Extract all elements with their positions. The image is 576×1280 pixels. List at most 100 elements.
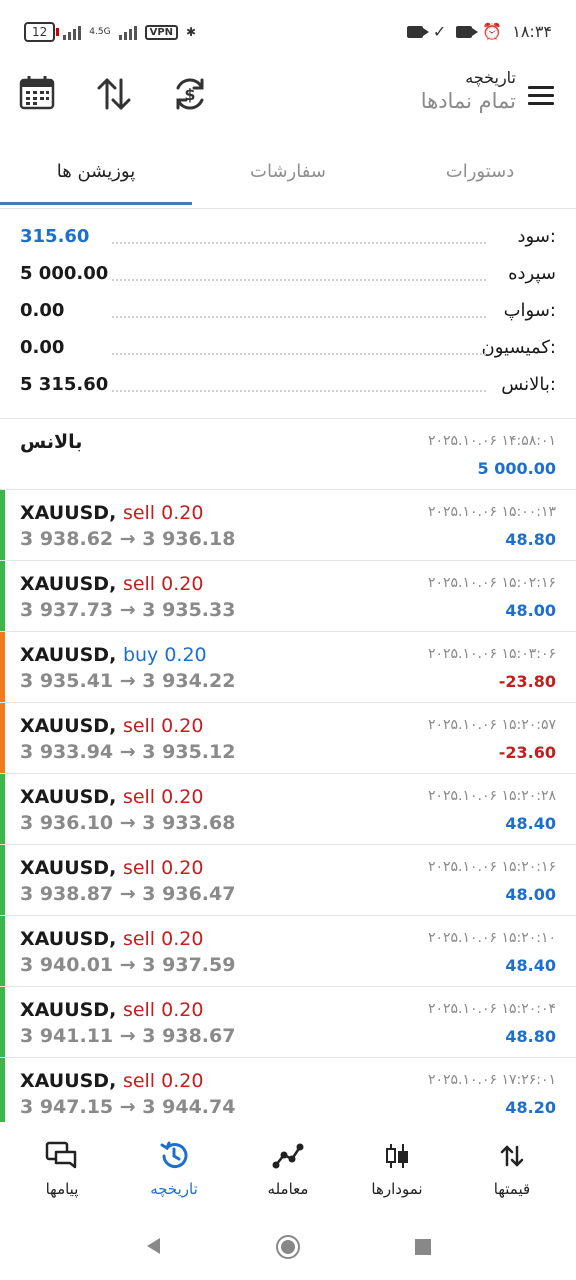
deal-profit: 48.00 — [505, 601, 556, 620]
deal-prices: 3 936.10 → 3 933.68 — [20, 812, 236, 834]
svg-text:$: $ — [184, 85, 195, 104]
summary-value: 5 315.60 — [20, 374, 109, 395]
signal-icon — [63, 24, 82, 40]
menu-icon[interactable] — [528, 86, 554, 106]
deal-prices: 3 941.11 → 3 938.67 — [20, 1025, 236, 1047]
dotted-leader — [112, 353, 486, 355]
back-icon[interactable] — [144, 1236, 164, 1260]
nav-label: نمودارها — [371, 1180, 423, 1198]
deal-side: buy 0.20 — [122, 644, 207, 666]
deal-bar — [0, 916, 5, 986]
deal-row[interactable]: XAUUSD, sell 0.20 3 938.62 → 3 936.18 ۲۰… — [0, 490, 576, 561]
summary-value: 0.00 — [20, 337, 65, 358]
summary-row-profit: سود: 315.60 — [0, 218, 576, 255]
dotted-leader — [112, 279, 486, 281]
deal-bar — [0, 987, 5, 1057]
tab-positions[interactable]: پوزیشن ها — [0, 136, 192, 208]
deal-profit: 48.40 — [505, 814, 556, 833]
deal-profit: 48.20 — [505, 1098, 556, 1117]
deal-side: sell 0.20 — [122, 786, 204, 808]
deal-row[interactable]: XAUUSD, sell 0.20 3 933.94 → 3 935.12 ۲۰… — [0, 703, 576, 774]
deal-time: ۲۰۲۵.۱۰.۰۶ ۱۵:۲۰:۱۰ — [427, 930, 556, 946]
deal-bar — [0, 703, 5, 773]
deal-side: sell 0.20 — [122, 928, 204, 950]
deal-profit: 48.80 — [505, 1027, 556, 1046]
deal-bar — [0, 632, 5, 702]
summary-value: 5 000.00 — [20, 263, 109, 284]
deal-row[interactable]: XAUUSD, sell 0.20 3 940.01 → 3 937.59 ۲۰… — [0, 916, 576, 987]
balance-time: ۲۰۲۵.۱۰.۰۶ ۱۴:۵۸:۰۱ — [427, 433, 556, 449]
summary-label: سود: — [517, 226, 556, 247]
balance-entry[interactable]: بالانس ۲۰۲۵.۱۰.۰۶ ۱۴:۵۸:۰۱ 5 000.00 — [0, 419, 576, 490]
deal-bar — [0, 774, 5, 844]
nav-label: معامله — [267, 1180, 309, 1198]
sort-icon[interactable] — [94, 74, 134, 114]
deal-profit: 48.40 — [505, 956, 556, 975]
deal-profit: -23.80 — [498, 672, 556, 691]
alarm-icon: ⏰ — [482, 22, 503, 41]
deal-symbol-line: XAUUSD, sell 0.20 — [20, 928, 203, 950]
deal-symbol-line: XAUUSD, buy 0.20 — [20, 644, 207, 666]
deal-side: sell 0.20 — [122, 573, 204, 595]
status-left: 12 4.5G VPN ✱ — [24, 22, 196, 42]
deal-symbol-line: XAUUSD, sell 0.20 — [20, 1070, 203, 1092]
summary: سود: 315.60 سپرده 5 000.00 سواپ: 0.00 کم… — [0, 218, 576, 418]
deal-symbol: XAUUSD, — [20, 1070, 117, 1092]
nav-charts[interactable]: نمودارها — [347, 1138, 447, 1198]
nav-history[interactable]: تاریخچه — [124, 1138, 224, 1198]
signal-icon-2 — [118, 24, 137, 40]
nav-label: تاریخچه — [150, 1180, 198, 1198]
deal-row[interactable]: XAUUSD, sell 0.20 3 936.10 → 3 933.68 ۲۰… — [0, 774, 576, 845]
nav-quotes[interactable]: قیمتها — [462, 1138, 562, 1198]
deal-symbol: XAUUSD, — [20, 928, 117, 950]
deal-profit: -23.60 — [498, 743, 556, 762]
deal-bar — [0, 1058, 5, 1128]
nav-label: پیامها — [45, 1180, 79, 1198]
deal-side: sell 0.20 — [122, 502, 204, 524]
deal-symbol: XAUUSD, — [20, 857, 117, 879]
deal-bar — [0, 490, 5, 560]
quotes-icon — [462, 1138, 562, 1174]
header: $ تاریخچه تمام نمادها — [0, 64, 576, 136]
system-nav-bar — [0, 1212, 576, 1280]
messages-icon — [12, 1138, 112, 1174]
deal-symbol-line: XAUUSD, sell 0.20 — [20, 502, 203, 524]
page-title-block: تاریخچه تمام نمادها — [421, 68, 516, 113]
deal-bar — [0, 845, 5, 915]
nav-messages[interactable]: پیامها — [12, 1138, 112, 1198]
deal-time: ۲۰۲۵.۱۰.۰۶ ۱۵:۲۰:۵۷ — [427, 717, 556, 733]
deal-row[interactable]: XAUUSD, sell 0.20 3 941.11 → 3 938.67 ۲۰… — [0, 987, 576, 1058]
deal-symbol: XAUUSD, — [20, 573, 117, 595]
video-icon — [406, 25, 429, 38]
home-icon[interactable] — [275, 1234, 301, 1264]
deals-list: XAUUSD, sell 0.20 3 938.62 → 3 936.18 ۲۰… — [0, 490, 576, 1129]
deal-time: ۲۰۲۵.۱۰.۰۶ ۱۵:۲۰:۲۸ — [427, 788, 556, 804]
deal-row[interactable]: XAUUSD, sell 0.20 3 947.15 → 3 944.74 ۲۰… — [0, 1058, 576, 1129]
chart-icon — [347, 1138, 447, 1174]
check-icon: ✓ — [432, 22, 447, 41]
battery-indicator: 12 — [24, 22, 60, 42]
summary-label: سواپ: — [503, 300, 556, 321]
deal-symbol: XAUUSD, — [20, 999, 117, 1021]
tab-orders[interactable]: سفارشات — [192, 136, 384, 208]
deal-bar — [0, 561, 5, 631]
deal-prices: 3 938.87 → 3 936.47 — [20, 883, 236, 905]
deal-row[interactable]: XAUUSD, buy 0.20 3 935.41 → 3 934.22 ۲۰۲… — [0, 632, 576, 703]
calendar-icon[interactable] — [18, 74, 58, 114]
status-bar: 12 4.5G VPN ✱ ✓ ⏰ ۱۸:۳۴ — [0, 0, 576, 64]
tab-deals[interactable]: دستورات — [384, 136, 576, 208]
deal-row[interactable]: XAUUSD, sell 0.20 3 938.87 → 3 936.47 ۲۰… — [0, 845, 576, 916]
balance-amount: 5 000.00 — [477, 459, 556, 478]
deal-symbol-line: XAUUSD, sell 0.20 — [20, 786, 203, 808]
tab-indicator — [0, 202, 192, 205]
deal-row[interactable]: XAUUSD, sell 0.20 3 937.73 → 3 935.33 ۲۰… — [0, 561, 576, 632]
symbol-filter[interactable]: تمام نمادها — [421, 89, 516, 113]
nav-trade[interactable]: معامله — [238, 1138, 338, 1198]
deal-symbol: XAUUSD, — [20, 502, 117, 524]
summary-label: سپرده — [508, 263, 556, 284]
network-label: 4.5G — [89, 27, 111, 37]
bottom-nav: قیمتها نمودارها معامله تاریخچه پیامها — [0, 1122, 576, 1212]
exchange-icon[interactable]: $ — [170, 74, 210, 114]
recents-icon[interactable] — [414, 1238, 432, 1260]
deal-symbol-line: XAUUSD, sell 0.20 — [20, 715, 203, 737]
